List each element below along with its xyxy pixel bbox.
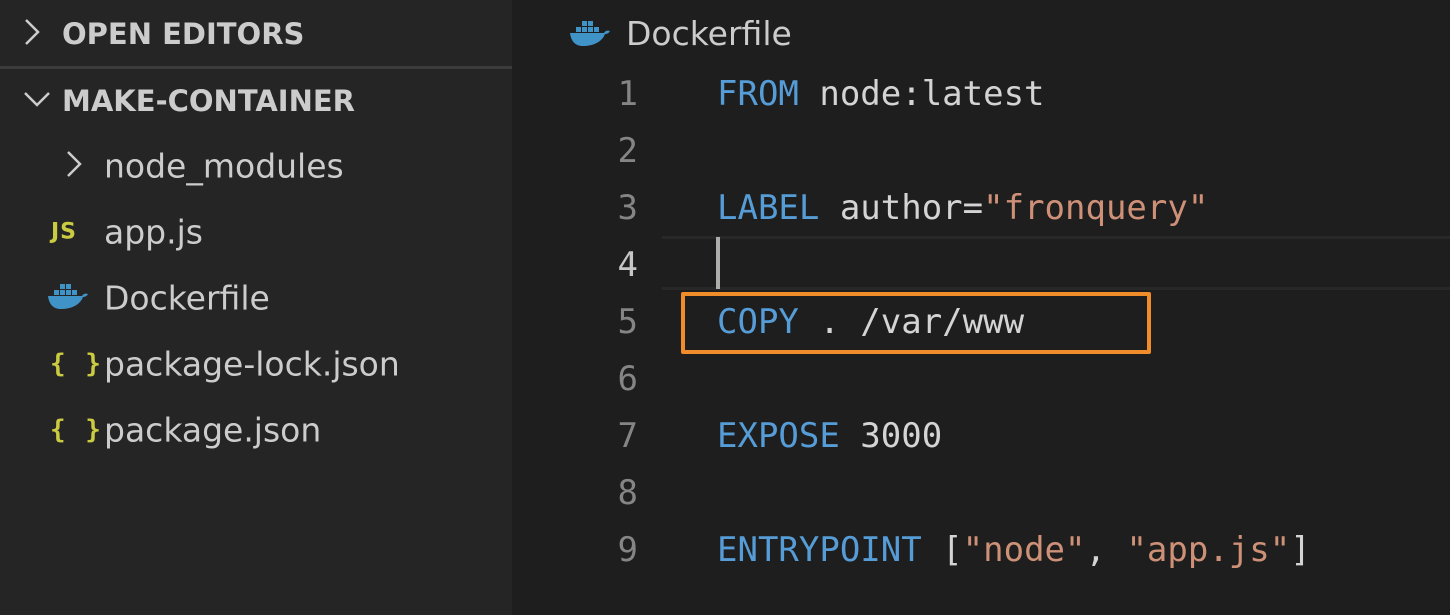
code-line[interactable]: 5 COPY . /var/www: [512, 293, 1450, 350]
string-token: "app.js": [1126, 529, 1291, 570]
open-editors-title: OPEN EDITORS: [62, 17, 305, 51]
code-text: FROM node:latest: [717, 74, 1045, 114]
line-number: 9: [617, 529, 638, 570]
chevron-down-icon: [22, 89, 52, 113]
line-number: 3: [617, 187, 638, 228]
editor-pane: Dockerfile 1 FROM node:latest 2 3 LABEL auth…: [512, 0, 1450, 615]
code-text: LABEL author="fronquery": [717, 188, 1208, 228]
code-text: COPY . /var/www: [717, 302, 1024, 342]
code-line[interactable]: 7 EXPOSE 3000: [512, 407, 1450, 464]
code-text: EXPOSE 3000: [717, 416, 942, 456]
keyword-token: LABEL: [717, 187, 820, 228]
keyword-token: ENTRYPOINT: [717, 529, 922, 570]
plain-token: ,: [1085, 529, 1127, 570]
tree-item-label: Dockerfile: [104, 278, 270, 318]
tree-item-label: node_modules: [104, 146, 344, 186]
tree-item-label: package.json: [104, 410, 322, 450]
string-token: "fronquery": [983, 187, 1209, 228]
plain-token: . /var/www: [798, 301, 1025, 342]
code-line[interactable]: 2: [512, 122, 1450, 179]
code-line[interactable]: 8: [512, 464, 1450, 521]
tree-item-app-js[interactable]: JS app.js: [0, 201, 512, 263]
open-editors-header[interactable]: OPEN EDITORS: [0, 3, 512, 65]
tree-item-package-json[interactable]: { } package.json: [0, 399, 512, 461]
plain-token: ]: [1290, 529, 1311, 570]
code-line[interactable]: 1 FROM node:latest: [512, 65, 1450, 122]
docker-icon: [568, 18, 612, 52]
line-number: 1: [617, 73, 638, 114]
chevron-right-icon: [22, 17, 42, 51]
code-line[interactable]: 9 ENTRYPOINT ["node", "app.js"]: [512, 521, 1450, 578]
explorer-sidebar: OPEN EDITORS MAKE-CONTAINER node_modules…: [0, 0, 512, 615]
keyword-token: FROM: [717, 73, 799, 114]
keyword-token: COPY: [717, 301, 799, 342]
js-icon: JS: [51, 219, 78, 245]
keyword-token: EXPOSE: [717, 415, 840, 456]
plain-token: author=: [819, 187, 984, 228]
code-text: ENTRYPOINT ["node", "app.js"]: [717, 530, 1311, 570]
chevron-right-icon: [64, 149, 84, 183]
string-token: "node": [962, 529, 1086, 570]
tree-item-label: package-lock.json: [104, 344, 400, 384]
tree-item-label: app.js: [104, 212, 203, 252]
tab-title: Dockerfile: [626, 14, 792, 53]
code-line[interactable]: 3 LABEL author="fronquery": [512, 179, 1450, 236]
docker-icon: [46, 281, 90, 315]
plain-token: 3000: [839, 415, 943, 456]
json-icon: { }: [50, 349, 103, 379]
line-number: 4: [617, 244, 638, 285]
tree-item-dockerfile[interactable]: Dockerfile: [0, 267, 512, 329]
plain-token: [: [921, 529, 963, 570]
folder-title: MAKE-CONTAINER: [62, 84, 356, 118]
text-cursor: [716, 237, 720, 289]
code-line[interactable]: 6: [512, 350, 1450, 407]
section-divider: [0, 66, 512, 69]
plain-token: node:latest: [798, 73, 1045, 114]
tree-item-package-lock-json[interactable]: { } package-lock.json: [0, 333, 512, 395]
json-icon: { }: [50, 415, 103, 445]
line-number: 6: [617, 358, 638, 399]
tree-item-node-modules[interactable]: node_modules: [0, 135, 512, 197]
editor-tab[interactable]: Dockerfile: [512, 0, 1450, 66]
folder-header[interactable]: MAKE-CONTAINER: [0, 70, 512, 132]
line-number: 5: [617, 301, 638, 342]
code-line[interactable]: 4: [512, 236, 1450, 293]
line-number: 2: [617, 130, 638, 171]
line-number: 8: [617, 472, 638, 513]
line-number: 7: [617, 415, 638, 456]
